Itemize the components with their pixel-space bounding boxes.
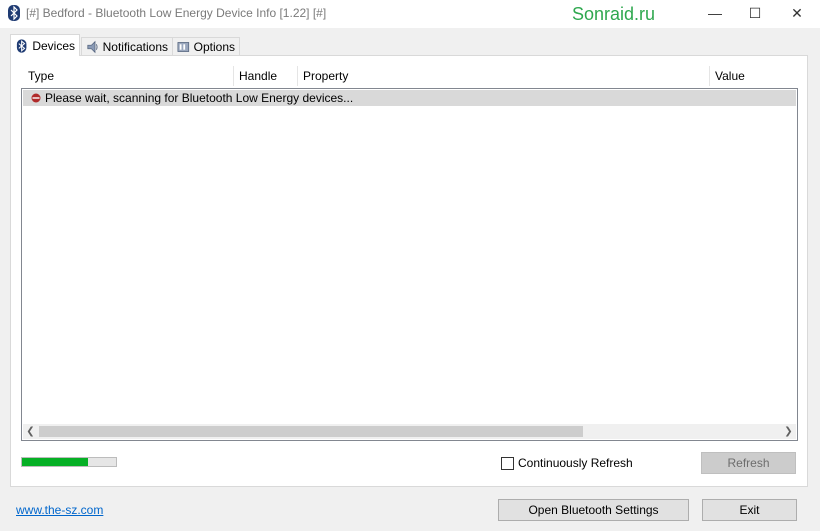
column-property[interactable]: Property <box>303 69 348 83</box>
options-icon <box>177 41 190 52</box>
notification-icon <box>87 40 98 53</box>
column-separator[interactable] <box>297 66 298 86</box>
website-link[interactable]: www.the-sz.com <box>16 503 103 517</box>
column-separator[interactable] <box>233 66 234 86</box>
continuous-refresh-checkbox[interactable] <box>501 456 514 470</box>
scanning-icon <box>31 93 41 103</box>
horizontal-scrollbar[interactable]: ❮ ❯ <box>23 424 796 439</box>
list-item-text: Please wait, scanning for Bluetooth Low … <box>45 91 354 105</box>
exit-button[interactable]: Exit <box>702 499 797 521</box>
continuous-refresh-label[interactable]: Continuously Refresh <box>518 456 633 470</box>
tab-label: Notifications <box>102 39 168 54</box>
tab-options[interactable]: Options <box>172 37 240 55</box>
scan-progress-bar <box>21 457 117 467</box>
tab-notifications[interactable]: Notifications <box>81 37 173 55</box>
close-button[interactable]: ✕ <box>774 0 820 28</box>
tab-label: Devices <box>32 38 75 53</box>
maximize-button[interactable]: ☐ <box>732 0 778 28</box>
chevron-left-icon[interactable]: ❮ <box>23 424 38 439</box>
title-bar[interactable]: [#] Bedford - Bluetooth Low Energy Devic… <box>0 0 820 28</box>
watermark: Sonraid.ru <box>572 4 656 24</box>
open-bluetooth-settings-button[interactable]: Open Bluetooth Settings <box>498 499 689 521</box>
chevron-right-icon[interactable]: ❯ <box>781 424 796 439</box>
column-handle[interactable]: Handle <box>239 69 277 83</box>
list-item[interactable]: Please wait, scanning for Bluetooth Low … <box>23 90 796 106</box>
refresh-button[interactable]: Refresh <box>701 452 796 474</box>
tab-devices[interactable]: Devices <box>10 34 80 56</box>
device-list[interactable]: Please wait, scanning for Bluetooth Low … <box>21 88 798 441</box>
bluetooth-icon <box>8 5 20 21</box>
continuous-refresh-option[interactable]: Continuously Refresh <box>501 456 633 470</box>
column-type[interactable]: Type <box>28 69 54 83</box>
scrollbar-thumb[interactable] <box>39 426 583 437</box>
bluetooth-icon <box>16 38 27 53</box>
progress-fill <box>22 458 88 466</box>
devices-panel: Type Handle Property Value Please wait, … <box>10 55 808 487</box>
tab-label: Options <box>193 39 235 54</box>
window-title: [#] Bedford - Bluetooth Low Energy Devic… <box>26 6 327 20</box>
column-separator[interactable] <box>709 66 710 86</box>
list-header: Type Handle Property Value <box>21 66 797 86</box>
column-value[interactable]: Value <box>715 69 745 83</box>
